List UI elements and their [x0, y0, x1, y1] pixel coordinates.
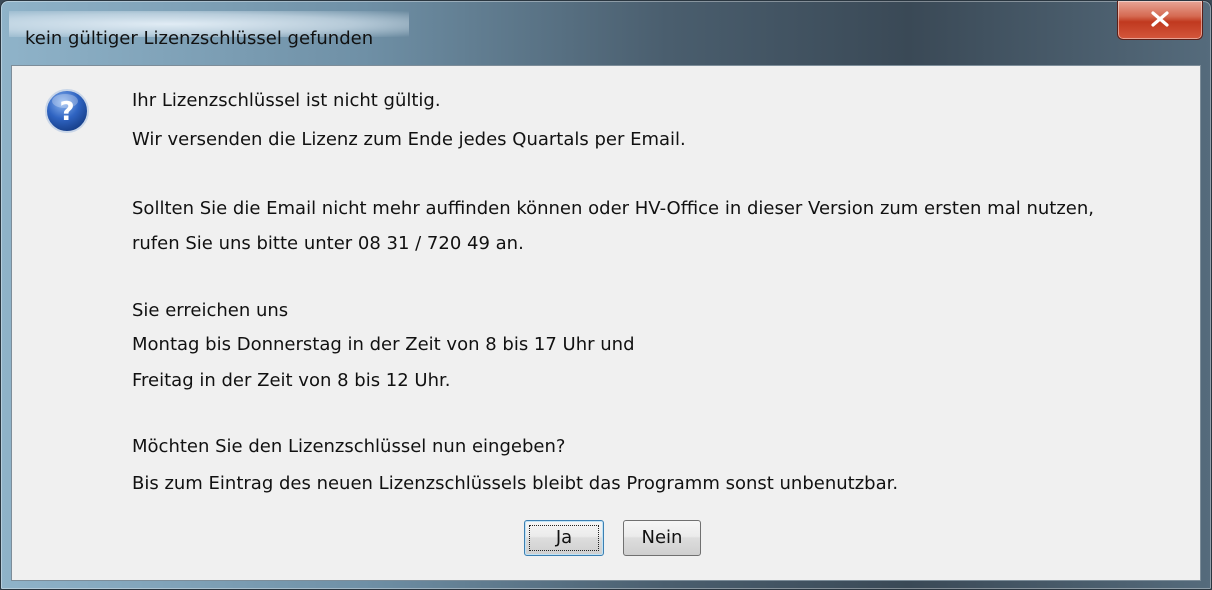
svg-text:?: ?: [59, 97, 74, 127]
message-line-9: Bis zum Eintrag des neuen Lizenzschlüsse…: [132, 473, 899, 494]
window-title: kein gültiger Lizenzschlüssel gefunden: [25, 28, 374, 49]
yes-button[interactable]: Ja: [524, 520, 604, 556]
no-button[interactable]: Nein: [623, 520, 701, 556]
message-line-2: Wir versenden die Lizenz zum Ende jedes …: [132, 129, 686, 150]
close-button[interactable]: [1117, 1, 1203, 40]
message-line-4: rufen Sie uns bitte unter 08 31 / 720 49…: [132, 233, 524, 254]
dialog-window: kein gültiger Lizenzschlüssel gefunden ?…: [0, 0, 1212, 590]
message-line-8: Möchten Sie den Lizenzschlüssel nun eing…: [132, 436, 566, 457]
dialog-content: ? Ihr Lizenzschlüssel ist nicht gültig. …: [11, 65, 1201, 581]
question-icon: ?: [45, 89, 89, 133]
message-line-7: Freitag in der Zeit von 8 bis 12 Uhr.: [132, 370, 451, 391]
message-line-1: Ihr Lizenzschlüssel ist nicht gültig.: [132, 90, 441, 111]
message-line-6: Montag bis Donnerstag in der Zeit von 8 …: [132, 334, 635, 355]
no-button-label: Nein: [641, 527, 683, 548]
message-line-5: Sie erreichen uns: [132, 300, 289, 321]
close-icon: [1151, 11, 1169, 27]
title-bar[interactable]: kein gültiger Lizenzschlüssel gefunden: [1, 1, 1211, 49]
message-line-3: Sollten Sie die Email nicht mehr auffind…: [132, 198, 1094, 219]
